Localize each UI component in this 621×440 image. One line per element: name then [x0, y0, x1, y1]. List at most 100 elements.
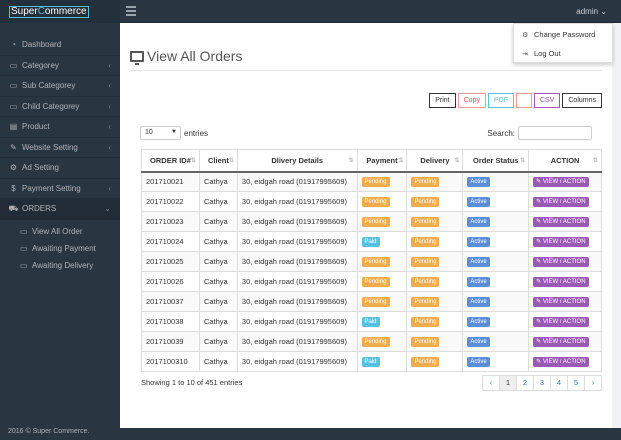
- cell-client: Cathya: [198, 171, 238, 192]
- cell-order-id: 201710038: [141, 311, 200, 332]
- sidebar-item-dashboard[interactable]: ◔ Dashboard: [0, 35, 120, 56]
- user-menu-toggle[interactable]: admin ⌄: [576, 7, 607, 16]
- cell-order-id: 201710024: [141, 231, 200, 252]
- submenu-awaiting-payment[interactable]: ▭ Awaiting Payment: [0, 240, 120, 257]
- cell-order-id: 201710037: [141, 291, 200, 312]
- payment-badge: Pending: [361, 177, 390, 188]
- page-4[interactable]: 4: [550, 375, 568, 391]
- sidebar-item-orders[interactable]: ⛟ ORDERS ⌄: [0, 199, 120, 220]
- sidebar: ◔ Dashboard ▭ Categorey ‹ ▭ Sub Categorey ‹ ▭…: [0, 23, 120, 440]
- table-row: 201710025 Cathya 30, eidgah road (01917995…: [141, 251, 602, 272]
- view-action-button[interactable]: ✎ VIEW / ACTION: [533, 277, 589, 287]
- divider: [130, 70, 602, 71]
- excel-button[interactable]: [515, 93, 532, 108]
- payment-badge: Paid: [361, 357, 380, 367]
- status-badge: Active: [467, 317, 490, 327]
- cell-client: Cathya: [198, 291, 238, 312]
- page-prev[interactable]: ‹: [482, 375, 500, 391]
- delivery-badge: Pending: [411, 357, 440, 367]
- orders-submenu: ▭ View All Order ▭ Awaiting Payment ▭ Await…: [0, 219, 120, 277]
- cell-client: Cathya: [198, 271, 238, 292]
- page-5[interactable]: 5: [567, 375, 585, 391]
- edit-icon: ✎: [536, 179, 543, 186]
- view-action-button[interactable]: ✎ VIEW / ACTION: [533, 297, 589, 307]
- sidebar-item-website-setting[interactable]: ✎ Website Setting ‹: [0, 138, 120, 158]
- cell-details: 30, eidgah road (01917995609): [236, 331, 358, 352]
- view-action-button[interactable]: ✎ VIEW / ACTION: [533, 217, 589, 227]
- cell-status: Active: [462, 291, 530, 312]
- cell-status: Active: [462, 351, 530, 372]
- table-row: 201710038 Cathya 30, eidgah road (01917995…: [141, 311, 602, 332]
- sidebar-item-product[interactable]: ▤ Product ‹: [0, 117, 120, 138]
- view-action-button[interactable]: ✎ VIEW / ACTION: [533, 177, 589, 188]
- sidebar-item-child-categorey[interactable]: ▭ Child Categorey ‹: [0, 97, 120, 117]
- column-header-order-status[interactable]: Order Status ⇅: [462, 149, 530, 173]
- sidebar-item-payment-setting[interactable]: $ Payment Setting ‹: [0, 179, 120, 199]
- chevron-left-icon: ‹: [108, 101, 111, 111]
- page-2[interactable]: 2: [516, 375, 534, 391]
- footer-copyright: 2016 © Super Commerce.: [8, 428, 90, 435]
- edit-icon: ✎: [536, 319, 543, 325]
- wrench-icon: ✎: [10, 142, 17, 152]
- cell-status: Active: [462, 331, 530, 352]
- cell-client: Cathya: [198, 351, 238, 372]
- view-action-button[interactable]: ✎ VIEW / ACTION: [533, 357, 589, 367]
- user-name: admin: [576, 7, 599, 16]
- view-action-button[interactable]: ✎ VIEW / ACTION: [533, 197, 589, 207]
- cell-action: ✎ VIEW / ACTION: [528, 351, 602, 372]
- copy-button[interactable]: Copy: [457, 93, 486, 108]
- status-badge: Active: [467, 257, 490, 267]
- view-action-button[interactable]: ✎ VIEW / ACTION: [533, 337, 589, 347]
- entries-label: entries: [184, 128, 209, 138]
- submenu-view-all-order[interactable]: ▭ View All Order: [0, 223, 120, 240]
- view-action-button[interactable]: ✎ VIEW / ACTION: [533, 317, 589, 327]
- status-badge: Active: [467, 217, 490, 227]
- page-next[interactable]: ›: [584, 375, 602, 391]
- table-row: 201710039 Cathya 30, eidgah road (01917995…: [141, 331, 602, 352]
- table-row: 201710023 Cathya 30, eidgah road (01917995…: [141, 211, 602, 232]
- cell-delivery: Pending: [406, 311, 464, 332]
- column-header-client[interactable]: Client ⇅: [198, 149, 238, 173]
- cell-action: ✎ VIEW / ACTION: [528, 231, 602, 252]
- page-1[interactable]: 1: [499, 375, 517, 391]
- column-header-action[interactable]: ACTION ⇅: [528, 149, 602, 173]
- column-header-order-id[interactable]: ORDER ID# ⇅: [141, 149, 200, 173]
- sidebar-item-sub-categorey[interactable]: ▭ Sub Categorey ‹: [0, 76, 120, 97]
- pdf-button[interactable]: PDF: [487, 93, 514, 108]
- delivery-badge: Pending: [411, 257, 440, 267]
- cart-icon: ⛟: [8, 203, 19, 213]
- view-action-button[interactable]: ✎ VIEW / ACTION: [533, 257, 589, 267]
- submenu-awaiting-delivery[interactable]: ▭ Awaiting Delivery: [0, 257, 120, 274]
- view-action-button[interactable]: ✎ VIEW / ACTION: [533, 237, 589, 247]
- column-header-delivery[interactable]: Delivery ⇅: [406, 149, 464, 173]
- cell-action: ✎ VIEW / ACTION: [528, 311, 602, 332]
- cell-payment: Pending: [356, 331, 408, 352]
- column-header-details[interactable]: Dlivery Details ⇅: [236, 149, 358, 173]
- cell-order-id: 2017100310: [141, 351, 200, 372]
- edit-icon: ✎: [536, 239, 543, 245]
- cell-client: Cathya: [198, 211, 238, 232]
- search-input[interactable]: [518, 126, 592, 140]
- column-header-payment[interactable]: Payment ⇅: [356, 149, 408, 173]
- cell-order-id: 201710039: [141, 331, 200, 352]
- menu-toggle-icon[interactable]: [126, 6, 136, 16]
- cell-client: Cathya: [198, 231, 238, 252]
- page-title: View All Orders: [130, 48, 242, 65]
- print-button[interactable]: Print: [429, 93, 456, 108]
- csv-button[interactable]: CSV: [533, 93, 561, 108]
- cell-details: 30, eidgah road (01917995609): [236, 351, 358, 372]
- dashboard-icon: ◔: [11, 40, 16, 50]
- cell-payment: Pending: [356, 191, 408, 212]
- page-3[interactable]: 3: [533, 375, 551, 391]
- logout-item[interactable]: ⇥ Log Out: [514, 45, 612, 62]
- brand-logo[interactable]: SuperCommerce: [0, 0, 120, 23]
- sidebar-item-ad-setting[interactable]: ⚙ Ad Setting: [0, 158, 120, 179]
- entries-select[interactable]: 10 ▼: [140, 126, 181, 140]
- cell-client: Cathya: [198, 191, 238, 212]
- change-password-item[interactable]: ⚙ Change Password: [514, 26, 612, 43]
- columns-button[interactable]: Columns: [562, 93, 602, 108]
- edit-icon: ✎: [536, 259, 543, 265]
- sidebar-item-categorey[interactable]: ▭ Categorey ‹: [0, 56, 120, 76]
- cell-action: ✎ VIEW / ACTION: [528, 331, 602, 352]
- cell-delivery: Pending: [406, 231, 464, 252]
